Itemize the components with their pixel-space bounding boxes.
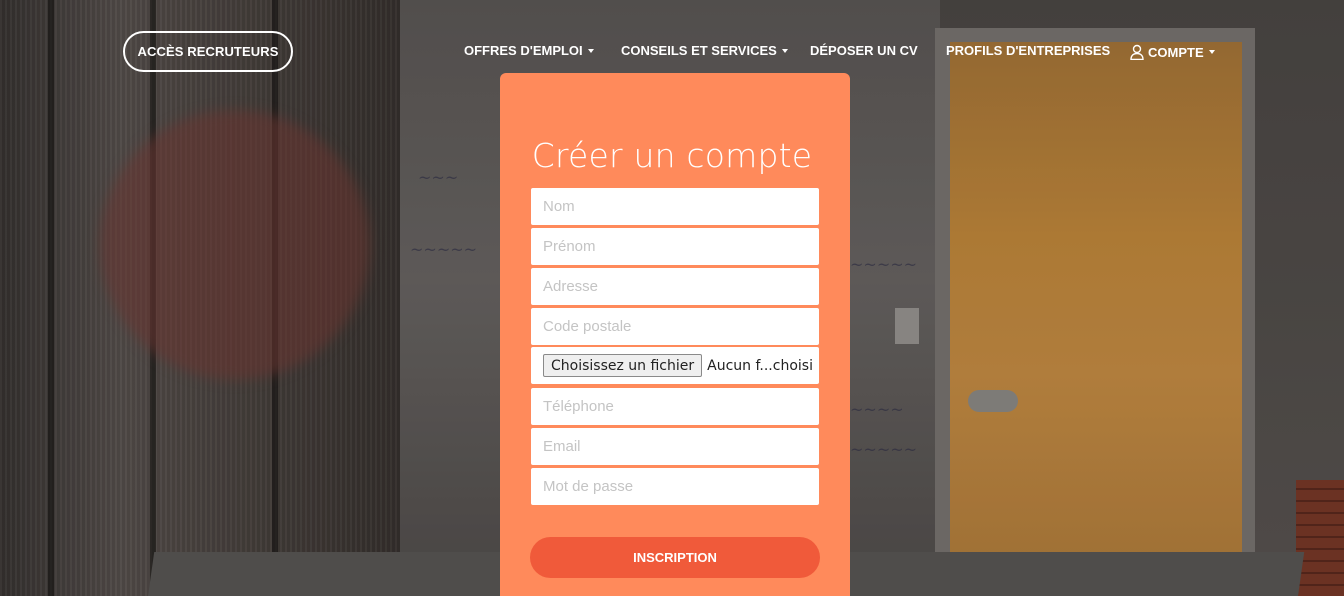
choose-file-button[interactable]: Choisissez un fichier [543, 354, 703, 377]
user-icon [1130, 44, 1144, 60]
nav-item-label: COMPTE [1148, 44, 1204, 60]
nav-item-company-profiles[interactable]: PROFILS D'ENTREPRISES [946, 43, 1110, 58]
caret-down-icon [587, 48, 594, 53]
address-input[interactable] [531, 268, 819, 305]
form-title: Créer un compte [531, 136, 813, 175]
nav-item-advice-services[interactable]: CONSEILS ET SERVICES [621, 43, 788, 58]
file-status-text: Aucun f...choisi [707, 357, 813, 374]
last-name-input[interactable] [531, 188, 819, 225]
nav-item-label: CONSEILS ET SERVICES [621, 43, 777, 58]
recruiter-access-button[interactable]: ACCÈS RECRUTEURS [123, 31, 293, 72]
nav-item-upload-cv[interactable]: DÉPOSER UN CV [810, 43, 918, 58]
nav-item-account[interactable]: COMPTE [1130, 44, 1215, 60]
caret-down-icon [781, 48, 788, 53]
nav-item-label: PROFILS D'ENTREPRISES [946, 43, 1111, 58]
nav-item-job-offers[interactable]: OFFRES D'EMPLOI [464, 43, 594, 58]
postal-code-input[interactable] [531, 308, 819, 345]
register-button[interactable]: INSCRIPTION [530, 537, 820, 578]
phone-input[interactable] [531, 388, 819, 425]
nav-item-label: DÉPOSER UN CV [810, 43, 918, 58]
caret-down-icon [1208, 50, 1215, 54]
email-input[interactable] [531, 428, 819, 465]
password-input[interactable] [531, 468, 819, 505]
first-name-input[interactable] [531, 228, 819, 265]
nav-item-label: OFFRES D'EMPLOI [464, 43, 583, 58]
file-upload-field: Choisissez un fichier Aucun f...choisi [531, 347, 819, 384]
